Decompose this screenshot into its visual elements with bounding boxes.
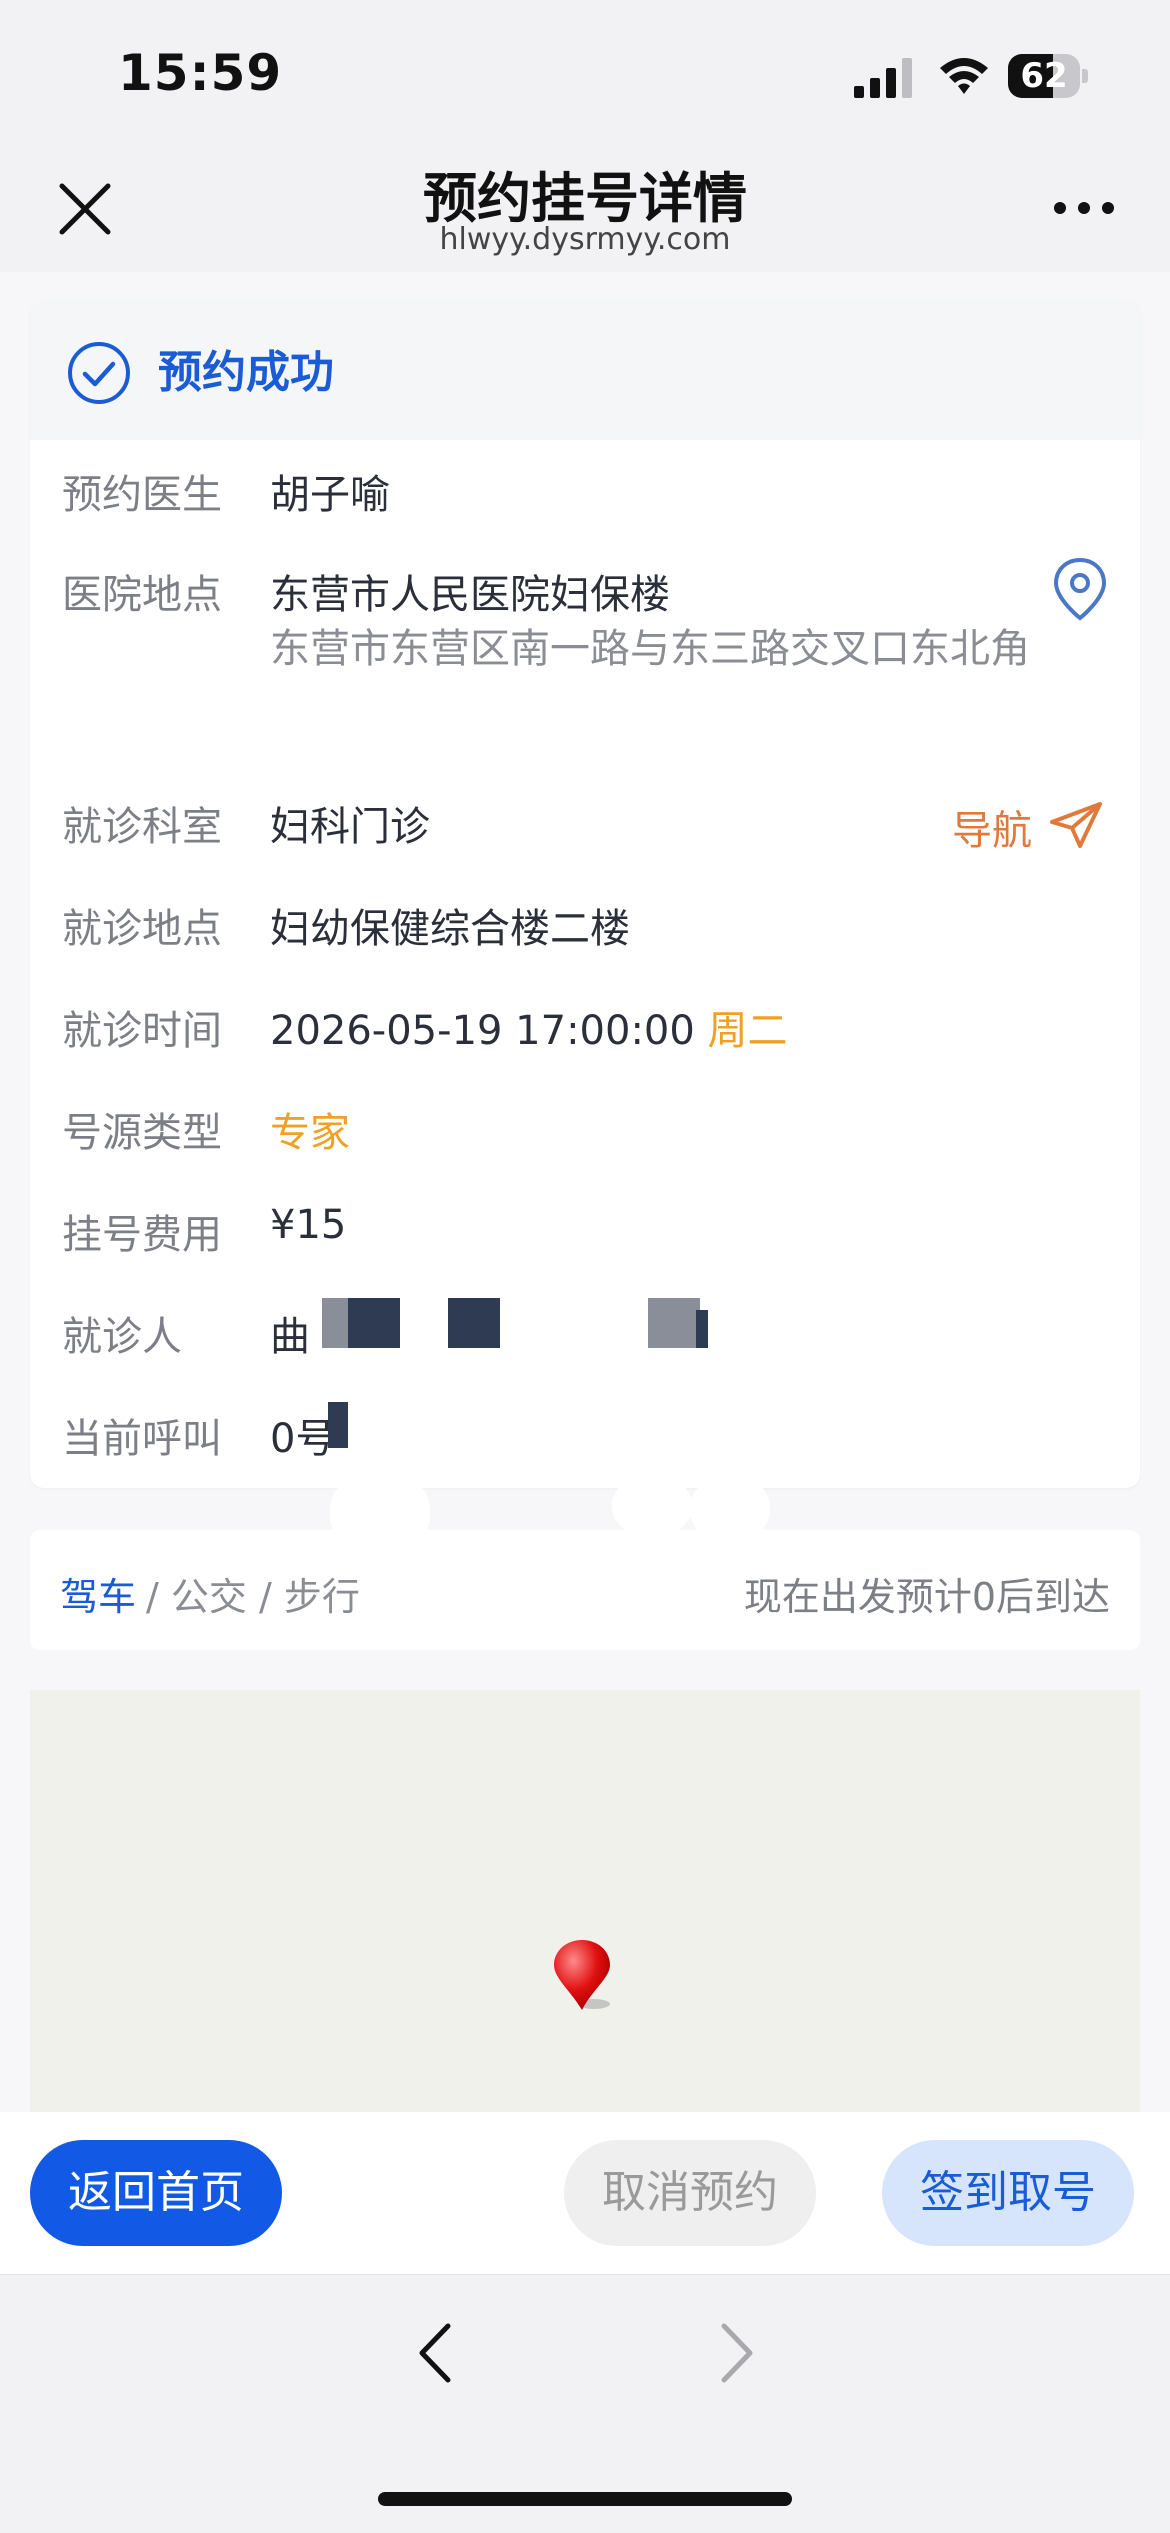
- location-pin-icon[interactable]: [1052, 556, 1108, 622]
- success-status: 预约成功: [158, 347, 334, 398]
- source-type-label: 号源类型: [62, 1110, 222, 1156]
- redaction-mask: [328, 1402, 348, 1448]
- source-type-value: 专家: [270, 1110, 350, 1156]
- appointment-card: 预约成功 预约医生 胡子喻 医院地点 东营市人民医院妇保楼 东营市东营区南一路与…: [30, 300, 1140, 1488]
- fee-value: ¥15: [270, 1202, 347, 1248]
- redaction-artifact: [612, 1478, 692, 1534]
- redaction-mask: [348, 1298, 400, 1348]
- patient-label: 就诊人: [62, 1314, 182, 1360]
- check-circle-icon: [68, 342, 130, 404]
- doctor-label: 预约医生: [62, 472, 222, 518]
- time-label: 就诊时间: [62, 1008, 222, 1054]
- home-indicator: [378, 2492, 792, 2506]
- navigate-link[interactable]: 导航: [952, 798, 1032, 856]
- action-bar: 返回首页 取消预约 签到取号: [0, 2112, 1170, 2274]
- more-icon[interactable]: [1052, 196, 1116, 220]
- status-time: 15:59: [118, 44, 283, 102]
- chevron-left-icon[interactable]: [410, 2318, 460, 2388]
- redaction-mask: [648, 1298, 700, 1348]
- redaction-mask: [696, 1310, 708, 1348]
- battery-icon: 62: [1008, 54, 1088, 100]
- location-value: 妇幼保健综合楼二楼: [270, 906, 630, 952]
- page-url: hlwyy.dysrmyy.com: [439, 222, 731, 257]
- success-header: 预约成功: [30, 300, 1140, 440]
- map-marker-icon[interactable]: [548, 1938, 624, 2018]
- department-label: 就诊科室: [62, 804, 222, 850]
- patient-value: 曲: [270, 1314, 310, 1360]
- redaction-mask: [448, 1298, 500, 1348]
- time-value: 2026-05-19 17:00:00 周二: [270, 998, 788, 1056]
- route-other-options[interactable]: / 公交 / 步行: [146, 1566, 360, 1621]
- checkin-button[interactable]: 签到取号: [882, 2140, 1134, 2246]
- time-weekday: 周二: [707, 1008, 788, 1054]
- hospital-address: 东营市东营区南一路与东三路交叉口东北角: [270, 626, 1030, 672]
- location-label: 就诊地点: [62, 906, 222, 952]
- fee-label: 挂号费用: [62, 1212, 222, 1258]
- map-view[interactable]: [30, 1690, 1140, 2112]
- battery-level: 62: [1020, 56, 1068, 96]
- navigate-arrow-icon[interactable]: [1048, 800, 1104, 850]
- route-drive-option[interactable]: 驾车: [60, 1566, 136, 1621]
- current-call-value: 0号: [270, 1416, 336, 1462]
- time-datetime: 2026-05-19 17:00:00: [270, 1008, 695, 1054]
- wifi-icon: [940, 58, 988, 94]
- doctor-value: 胡子喻: [270, 472, 390, 518]
- cancel-appointment-button[interactable]: 取消预约: [564, 2140, 816, 2246]
- hospital-value: 东营市人民医院妇保楼: [270, 572, 670, 618]
- chevron-right-icon[interactable]: [712, 2318, 762, 2388]
- route-options-card: 驾车 / 公交 / 步行 现在出发预计0后到达: [30, 1530, 1140, 1650]
- department-value: 妇科门诊: [270, 804, 430, 850]
- hospital-label: 医院地点: [62, 572, 222, 618]
- cellular-signal-icon: [854, 58, 912, 98]
- route-eta: 现在出发预计0后到达: [743, 1575, 1110, 1619]
- back-home-button[interactable]: 返回首页: [30, 2140, 282, 2246]
- current-call-label: 当前呼叫: [62, 1416, 222, 1462]
